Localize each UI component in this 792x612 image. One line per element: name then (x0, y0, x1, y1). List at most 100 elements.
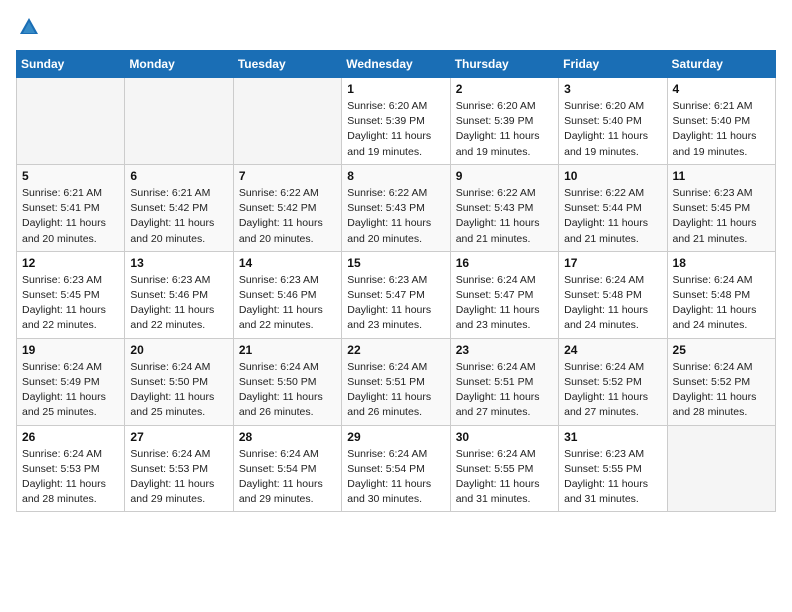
day-number: 25 (673, 343, 770, 357)
calendar-week-row: 26 Sunrise: 6:24 AMSunset: 5:53 PMDayligh… (17, 425, 776, 512)
day-info: Sunrise: 6:23 AMSunset: 5:46 PMDaylight:… (239, 273, 336, 334)
day-info: Sunrise: 6:24 AMSunset: 5:51 PMDaylight:… (456, 360, 553, 421)
weekday-header-cell: Wednesday (342, 51, 450, 78)
day-info: Sunrise: 6:24 AMSunset: 5:47 PMDaylight:… (456, 273, 553, 334)
weekday-header-cell: Saturday (667, 51, 775, 78)
day-info: Sunrise: 6:24 AMSunset: 5:54 PMDaylight:… (347, 447, 444, 508)
calendar-cell: 31 Sunrise: 6:23 AMSunset: 5:55 PMDayligh… (559, 425, 667, 512)
logo (16, 16, 40, 38)
day-number: 24 (564, 343, 661, 357)
calendar-table: SundayMondayTuesdayWednesdayThursdayFrid… (16, 50, 776, 512)
calendar-cell: 12Sunrise: 6:23 AMSunset: 5:45 PMDayligh… (17, 251, 125, 338)
calendar-week-row: 5Sunrise: 6:21 AMSunset: 5:41 PMDaylight… (17, 164, 776, 251)
day-info: Sunrise: 6:20 AMSunset: 5:39 PMDaylight:… (347, 99, 444, 160)
calendar-cell: 20Sunrise: 6:24 AMSunset: 5:50 PMDayligh… (125, 338, 233, 425)
calendar-cell: 28 Sunrise: 6:24 AMSunset: 5:54 PMDayligh… (233, 425, 341, 512)
day-info: Sunrise: 6:22 AMSunset: 5:43 PMDaylight:… (456, 186, 553, 247)
day-info: Sunrise: 6:24 AMSunset: 5:52 PMDaylight:… (673, 360, 770, 421)
calendar-cell: 16 Sunrise: 6:24 AMSunset: 5:47 PMDayligh… (450, 251, 558, 338)
day-number: 20 (130, 343, 227, 357)
day-info: Sunrise: 6:20 AMSunset: 5:40 PMDaylight:… (564, 99, 661, 160)
calendar-cell: 25 Sunrise: 6:24 AMSunset: 5:52 PMDayligh… (667, 338, 775, 425)
day-number: 9 (456, 169, 553, 183)
day-number: 8 (347, 169, 444, 183)
day-info: Sunrise: 6:22 AMSunset: 5:42 PMDaylight:… (239, 186, 336, 247)
calendar-cell: 9 Sunrise: 6:22 AMSunset: 5:43 PMDaylight… (450, 164, 558, 251)
day-info: Sunrise: 6:24 AMSunset: 5:48 PMDaylight:… (564, 273, 661, 334)
calendar-cell: 24 Sunrise: 6:24 AMSunset: 5:52 PMDayligh… (559, 338, 667, 425)
calendar-week-row: 1Sunrise: 6:20 AMSunset: 5:39 PMDaylight… (17, 78, 776, 165)
day-info: Sunrise: 6:24 AMSunset: 5:54 PMDaylight:… (239, 447, 336, 508)
calendar-cell: 27 Sunrise: 6:24 AMSunset: 5:53 PMDayligh… (125, 425, 233, 512)
calendar-cell: 14 Sunrise: 6:23 AMSunset: 5:46 PMDayligh… (233, 251, 341, 338)
calendar-cell: 5Sunrise: 6:21 AMSunset: 5:41 PMDaylight… (17, 164, 125, 251)
calendar-week-row: 12Sunrise: 6:23 AMSunset: 5:45 PMDayligh… (17, 251, 776, 338)
day-info: Sunrise: 6:23 AMSunset: 5:45 PMDaylight:… (673, 186, 770, 247)
calendar-cell: 7 Sunrise: 6:22 AMSunset: 5:42 PMDaylight… (233, 164, 341, 251)
calendar-cell: 6 Sunrise: 6:21 AMSunset: 5:42 PMDaylight… (125, 164, 233, 251)
day-number: 29 (347, 430, 444, 444)
calendar-cell: 4 Sunrise: 6:21 AMSunset: 5:40 PMDaylight… (667, 78, 775, 165)
page-header (16, 16, 776, 38)
calendar-cell: 29 Sunrise: 6:24 AMSunset: 5:54 PMDayligh… (342, 425, 450, 512)
calendar-cell: 8 Sunrise: 6:22 AMSunset: 5:43 PMDaylight… (342, 164, 450, 251)
day-number: 6 (130, 169, 227, 183)
day-info: Sunrise: 6:21 AMSunset: 5:40 PMDaylight:… (673, 99, 770, 160)
day-info: Sunrise: 6:23 AMSunset: 5:47 PMDaylight:… (347, 273, 444, 334)
calendar-cell: 21 Sunrise: 6:24 AMSunset: 5:50 PMDayligh… (233, 338, 341, 425)
day-info: Sunrise: 6:23 AMSunset: 5:46 PMDaylight:… (130, 273, 227, 334)
day-number: 21 (239, 343, 336, 357)
day-number: 11 (673, 169, 770, 183)
calendar-cell: 13Sunrise: 6:23 AMSunset: 5:46 PMDayligh… (125, 251, 233, 338)
day-info: Sunrise: 6:24 AMSunset: 5:52 PMDaylight:… (564, 360, 661, 421)
calendar-cell (17, 78, 125, 165)
day-number: 14 (239, 256, 336, 270)
day-info: Sunrise: 6:23 AMSunset: 5:45 PMDaylight:… (22, 273, 119, 334)
day-number: 30 (456, 430, 553, 444)
day-number: 28 (239, 430, 336, 444)
day-number: 16 (456, 256, 553, 270)
calendar-cell (125, 78, 233, 165)
day-info: Sunrise: 6:24 AMSunset: 5:53 PMDaylight:… (22, 447, 119, 508)
day-number: 26 (22, 430, 119, 444)
day-info: Sunrise: 6:22 AMSunset: 5:43 PMDaylight:… (347, 186, 444, 247)
day-info: Sunrise: 6:24 AMSunset: 5:50 PMDaylight:… (239, 360, 336, 421)
day-number: 23 (456, 343, 553, 357)
day-number: 2 (456, 82, 553, 96)
day-number: 7 (239, 169, 336, 183)
day-info: Sunrise: 6:24 AMSunset: 5:53 PMDaylight:… (130, 447, 227, 508)
day-number: 27 (130, 430, 227, 444)
calendar-cell: 11 Sunrise: 6:23 AMSunset: 5:45 PMDayligh… (667, 164, 775, 251)
calendar-cell: 22 Sunrise: 6:24 AMSunset: 5:51 PMDayligh… (342, 338, 450, 425)
calendar-cell: 3 Sunrise: 6:20 AMSunset: 5:40 PMDaylight… (559, 78, 667, 165)
calendar-cell: 18 Sunrise: 6:24 AMSunset: 5:48 PMDayligh… (667, 251, 775, 338)
weekday-header-cell: Thursday (450, 51, 558, 78)
day-info: Sunrise: 6:24 AMSunset: 5:48 PMDaylight:… (673, 273, 770, 334)
calendar-cell: 2Sunrise: 6:20 AMSunset: 5:39 PMDaylight… (450, 78, 558, 165)
day-info: Sunrise: 6:21 AMSunset: 5:42 PMDaylight:… (130, 186, 227, 247)
weekday-header-cell: Friday (559, 51, 667, 78)
calendar-cell (233, 78, 341, 165)
day-info: Sunrise: 6:23 AMSunset: 5:55 PMDaylight:… (564, 447, 661, 508)
calendar-week-row: 19 Sunrise: 6:24 AMSunset: 5:49 PMDayligh… (17, 338, 776, 425)
calendar-cell (667, 425, 775, 512)
day-number: 4 (673, 82, 770, 96)
calendar-cell: 30 Sunrise: 6:24 AMSunset: 5:55 PMDayligh… (450, 425, 558, 512)
weekday-header-cell: Sunday (17, 51, 125, 78)
day-number: 17 (564, 256, 661, 270)
day-number: 18 (673, 256, 770, 270)
day-info: Sunrise: 6:24 AMSunset: 5:49 PMDaylight:… (22, 360, 119, 421)
calendar-cell: 15Sunrise: 6:23 AMSunset: 5:47 PMDayligh… (342, 251, 450, 338)
day-info: Sunrise: 6:24 AMSunset: 5:51 PMDaylight:… (347, 360, 444, 421)
day-number: 22 (347, 343, 444, 357)
day-number: 19 (22, 343, 119, 357)
day-number: 3 (564, 82, 661, 96)
calendar-cell: 19 Sunrise: 6:24 AMSunset: 5:49 PMDayligh… (17, 338, 125, 425)
day-info: Sunrise: 6:24 AMSunset: 5:55 PMDaylight:… (456, 447, 553, 508)
calendar-cell: 26 Sunrise: 6:24 AMSunset: 5:53 PMDayligh… (17, 425, 125, 512)
weekday-header-row: SundayMondayTuesdayWednesdayThursdayFrid… (17, 51, 776, 78)
day-number: 10 (564, 169, 661, 183)
day-number: 5 (22, 169, 119, 183)
day-info: Sunrise: 6:22 AMSunset: 5:44 PMDaylight:… (564, 186, 661, 247)
day-number: 31 (564, 430, 661, 444)
